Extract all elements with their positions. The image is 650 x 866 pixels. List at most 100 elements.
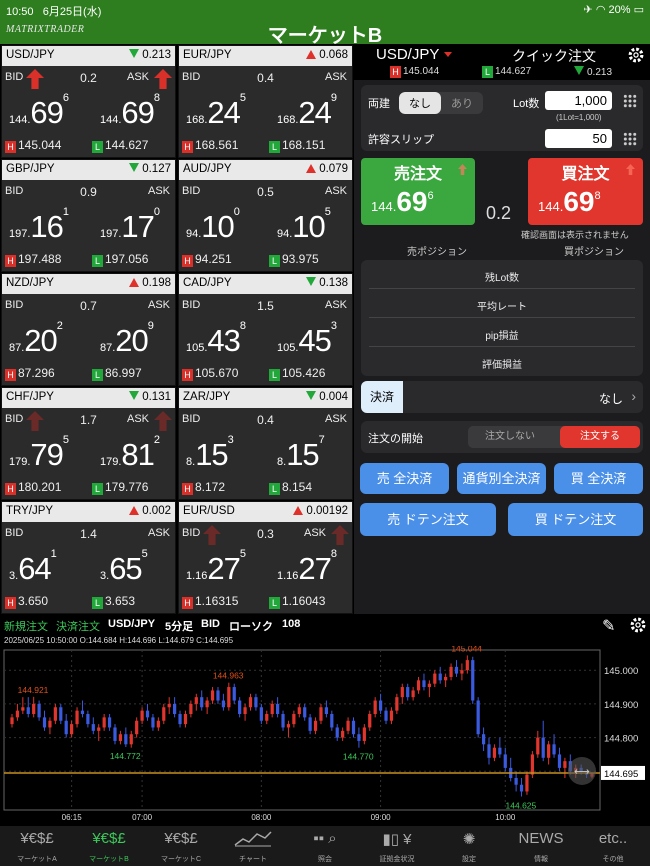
ask-price[interactable]: 168.249 [277, 92, 337, 131]
rate-tile[interactable]: CHF/JPY 0.131 BID 1.7 ASK 179.795 179.81… [1, 387, 176, 500]
candle [227, 687, 231, 708]
candle [194, 697, 198, 704]
candle [378, 700, 383, 711]
candle [151, 717, 155, 728]
tab-label: 照会 [318, 856, 332, 863]
ask-price[interactable]: 1.16278 [277, 548, 337, 587]
bid-price[interactable]: 168.245 [186, 92, 246, 131]
change-value: 0.127 [129, 163, 171, 175]
gear-icon[interactable] [629, 616, 647, 634]
tab-6[interactable]: ▮▯ ¥ 証拠金状況 [361, 826, 433, 866]
rate-tile[interactable]: ZAR/JPY 0.004 BID 0.4 ASK 8.153 8.157 H8… [178, 387, 353, 500]
bid-price[interactable]: 144.696 [9, 92, 69, 131]
lot-input[interactable]: 1,000 [545, 91, 612, 110]
currency-pair: USD/JPY [6, 49, 55, 61]
sell-all-settle-button[interactable]: 売 全決済 [360, 463, 449, 494]
order-start-off[interactable]: 注文しない [468, 426, 552, 448]
settle-row[interactable]: 決済 なし › [361, 381, 643, 413]
tab-4[interactable]: チャート [217, 826, 289, 866]
buy-all-settle-button[interactable]: 買 全決済 [554, 463, 643, 494]
bid-price[interactable]: 3.641 [9, 548, 57, 587]
bid-price[interactable]: 105.438 [186, 320, 246, 359]
pencil-icon[interactable]: ✎ [602, 616, 615, 636]
ask-price[interactable]: 8.157 [277, 434, 325, 473]
currency-pair: NZD/JPY [6, 277, 54, 289]
bid-price[interactable]: 179.795 [9, 434, 69, 473]
rate-tile[interactable]: CAD/JPY 0.138 BID 1.5 ASK 105.438 105.45… [178, 273, 353, 386]
order-start-toggle[interactable]: 注文しない 注文する [468, 426, 640, 448]
lot-note: (1Lot=1,000) [556, 113, 602, 122]
bid-price[interactable]: 87.202 [9, 320, 63, 359]
rate-tile[interactable]: USD/JPY 0.213 BID 0.2 ASK 144.696 144.69… [1, 45, 176, 158]
rate-tile[interactable]: EUR/USD 0.00192 BID 0.3 ASK 1.16275 1.16… [178, 501, 353, 614]
sell-order-button[interactable]: 売注文 144.696 [361, 158, 475, 225]
current-price-label: 144.695 [604, 769, 638, 780]
tab-8[interactable]: NEWS 情報 [505, 826, 577, 866]
both-on-option[interactable]: あり [441, 92, 483, 114]
rate-tile[interactable]: GBP/JPY 0.127 BID 0.9 ASK 197.161 197.17… [1, 159, 176, 272]
ask-price[interactable]: 94.105 [277, 206, 331, 245]
change-value: 0.131 [129, 391, 171, 403]
tab-2[interactable]: ¥€$£ マーケットB [73, 826, 145, 866]
candle [552, 744, 556, 755]
rate-tile[interactable]: NZD/JPY 0.198 BID 0.7 ASK 87.202 87.209 … [1, 273, 176, 386]
keypad-icon[interactable] [623, 94, 637, 108]
slip-input[interactable]: 50 [545, 129, 612, 148]
pair-all-settle-button[interactable]: 通貨別全決済 [457, 463, 546, 494]
candle [308, 717, 312, 731]
candlestick-chart[interactable]: 145.000144.900144.800144.70006:1507:0008… [0, 646, 650, 826]
gear-icon[interactable] [627, 46, 645, 64]
sell-price: 144.696 [371, 186, 434, 217]
ask-price[interactable]: 105.453 [277, 320, 337, 359]
high-price: H 168.561 [182, 138, 238, 153]
order-start-on[interactable]: 注文する [560, 426, 640, 448]
chart-toolbar: 新規注文 決済注文 USD/JPY 5分足 BID ローソク 108 ✎ [0, 614, 650, 636]
currency-pair: ZAR/JPY [183, 391, 231, 403]
candle [400, 687, 404, 698]
low-price: L 144.627 [92, 138, 148, 153]
ask-price[interactable]: 87.209 [100, 320, 154, 359]
candle [238, 700, 242, 714]
both-off-option[interactable]: なし [399, 92, 441, 114]
buy-doten-button[interactable]: 買 ドテン注文 [508, 503, 643, 536]
chart-interval-selector[interactable]: 5分足 [165, 618, 193, 634]
tab-9[interactable]: etc.. その他 [577, 826, 649, 866]
bid-price[interactable]: 197.161 [9, 206, 69, 245]
candle [557, 754, 562, 768]
buy-order-button[interactable]: 買注文 144.698 [528, 158, 643, 225]
settle-order-link[interactable]: 決済注文 [56, 618, 100, 634]
candle [162, 707, 166, 721]
tab-7[interactable]: ✺ 設定 [433, 826, 505, 866]
chart-type-selector[interactable]: ローソク [229, 618, 273, 634]
tab-3[interactable]: ¥€$£ マーケットC [145, 826, 217, 866]
chart-count-selector[interactable]: 108 [282, 618, 300, 630]
high-price: H 145.044 [5, 138, 61, 153]
new-order-link[interactable]: 新規注文 [4, 618, 48, 634]
both-toggle[interactable]: なし あり [399, 92, 483, 114]
ask-price[interactable]: 144.698 [100, 92, 160, 131]
sell-doten-button[interactable]: 売 ドテン注文 [360, 503, 496, 536]
tab-5[interactable]: ▪▪ ⌕ 照会 [289, 826, 361, 866]
ask-price[interactable]: 3.655 [100, 548, 148, 587]
rate-tile[interactable]: EUR/JPY 0.068 BID 0.4 ASK 168.245 168.24… [178, 45, 353, 158]
keypad-icon[interactable] [623, 132, 637, 146]
ask-label: ASK [126, 71, 149, 83]
rate-tile[interactable]: TRY/JPY 0.002 BID 1.4 ASK 3.641 3.655 H3… [1, 501, 176, 614]
high-price: H 180.201 [5, 480, 61, 495]
chart-pair-selector[interactable]: USD/JPY [108, 618, 155, 630]
ask-price[interactable]: 179.812 [100, 434, 160, 473]
candle [389, 710, 394, 721]
bid-price[interactable]: 8.153 [186, 434, 234, 473]
ask-price[interactable]: 197.170 [100, 206, 160, 245]
rate-tile[interactable]: AUD/JPY 0.079 BID 0.5 ASK 94.100 94.105 … [178, 159, 353, 272]
bid-price[interactable]: 1.16275 [186, 548, 246, 587]
change-value: 0.213 [129, 49, 171, 61]
tab-1[interactable]: ¥€$£ マーケットA [1, 826, 73, 866]
candle [248, 697, 253, 708]
bid-price[interactable]: 94.100 [186, 206, 240, 245]
battery-level: 20% [608, 4, 631, 16]
candle [416, 680, 421, 691]
order-pair-selector[interactable]: USD/JPY [376, 46, 453, 63]
chart-side-selector[interactable]: BID [201, 618, 220, 630]
candle [113, 727, 117, 741]
